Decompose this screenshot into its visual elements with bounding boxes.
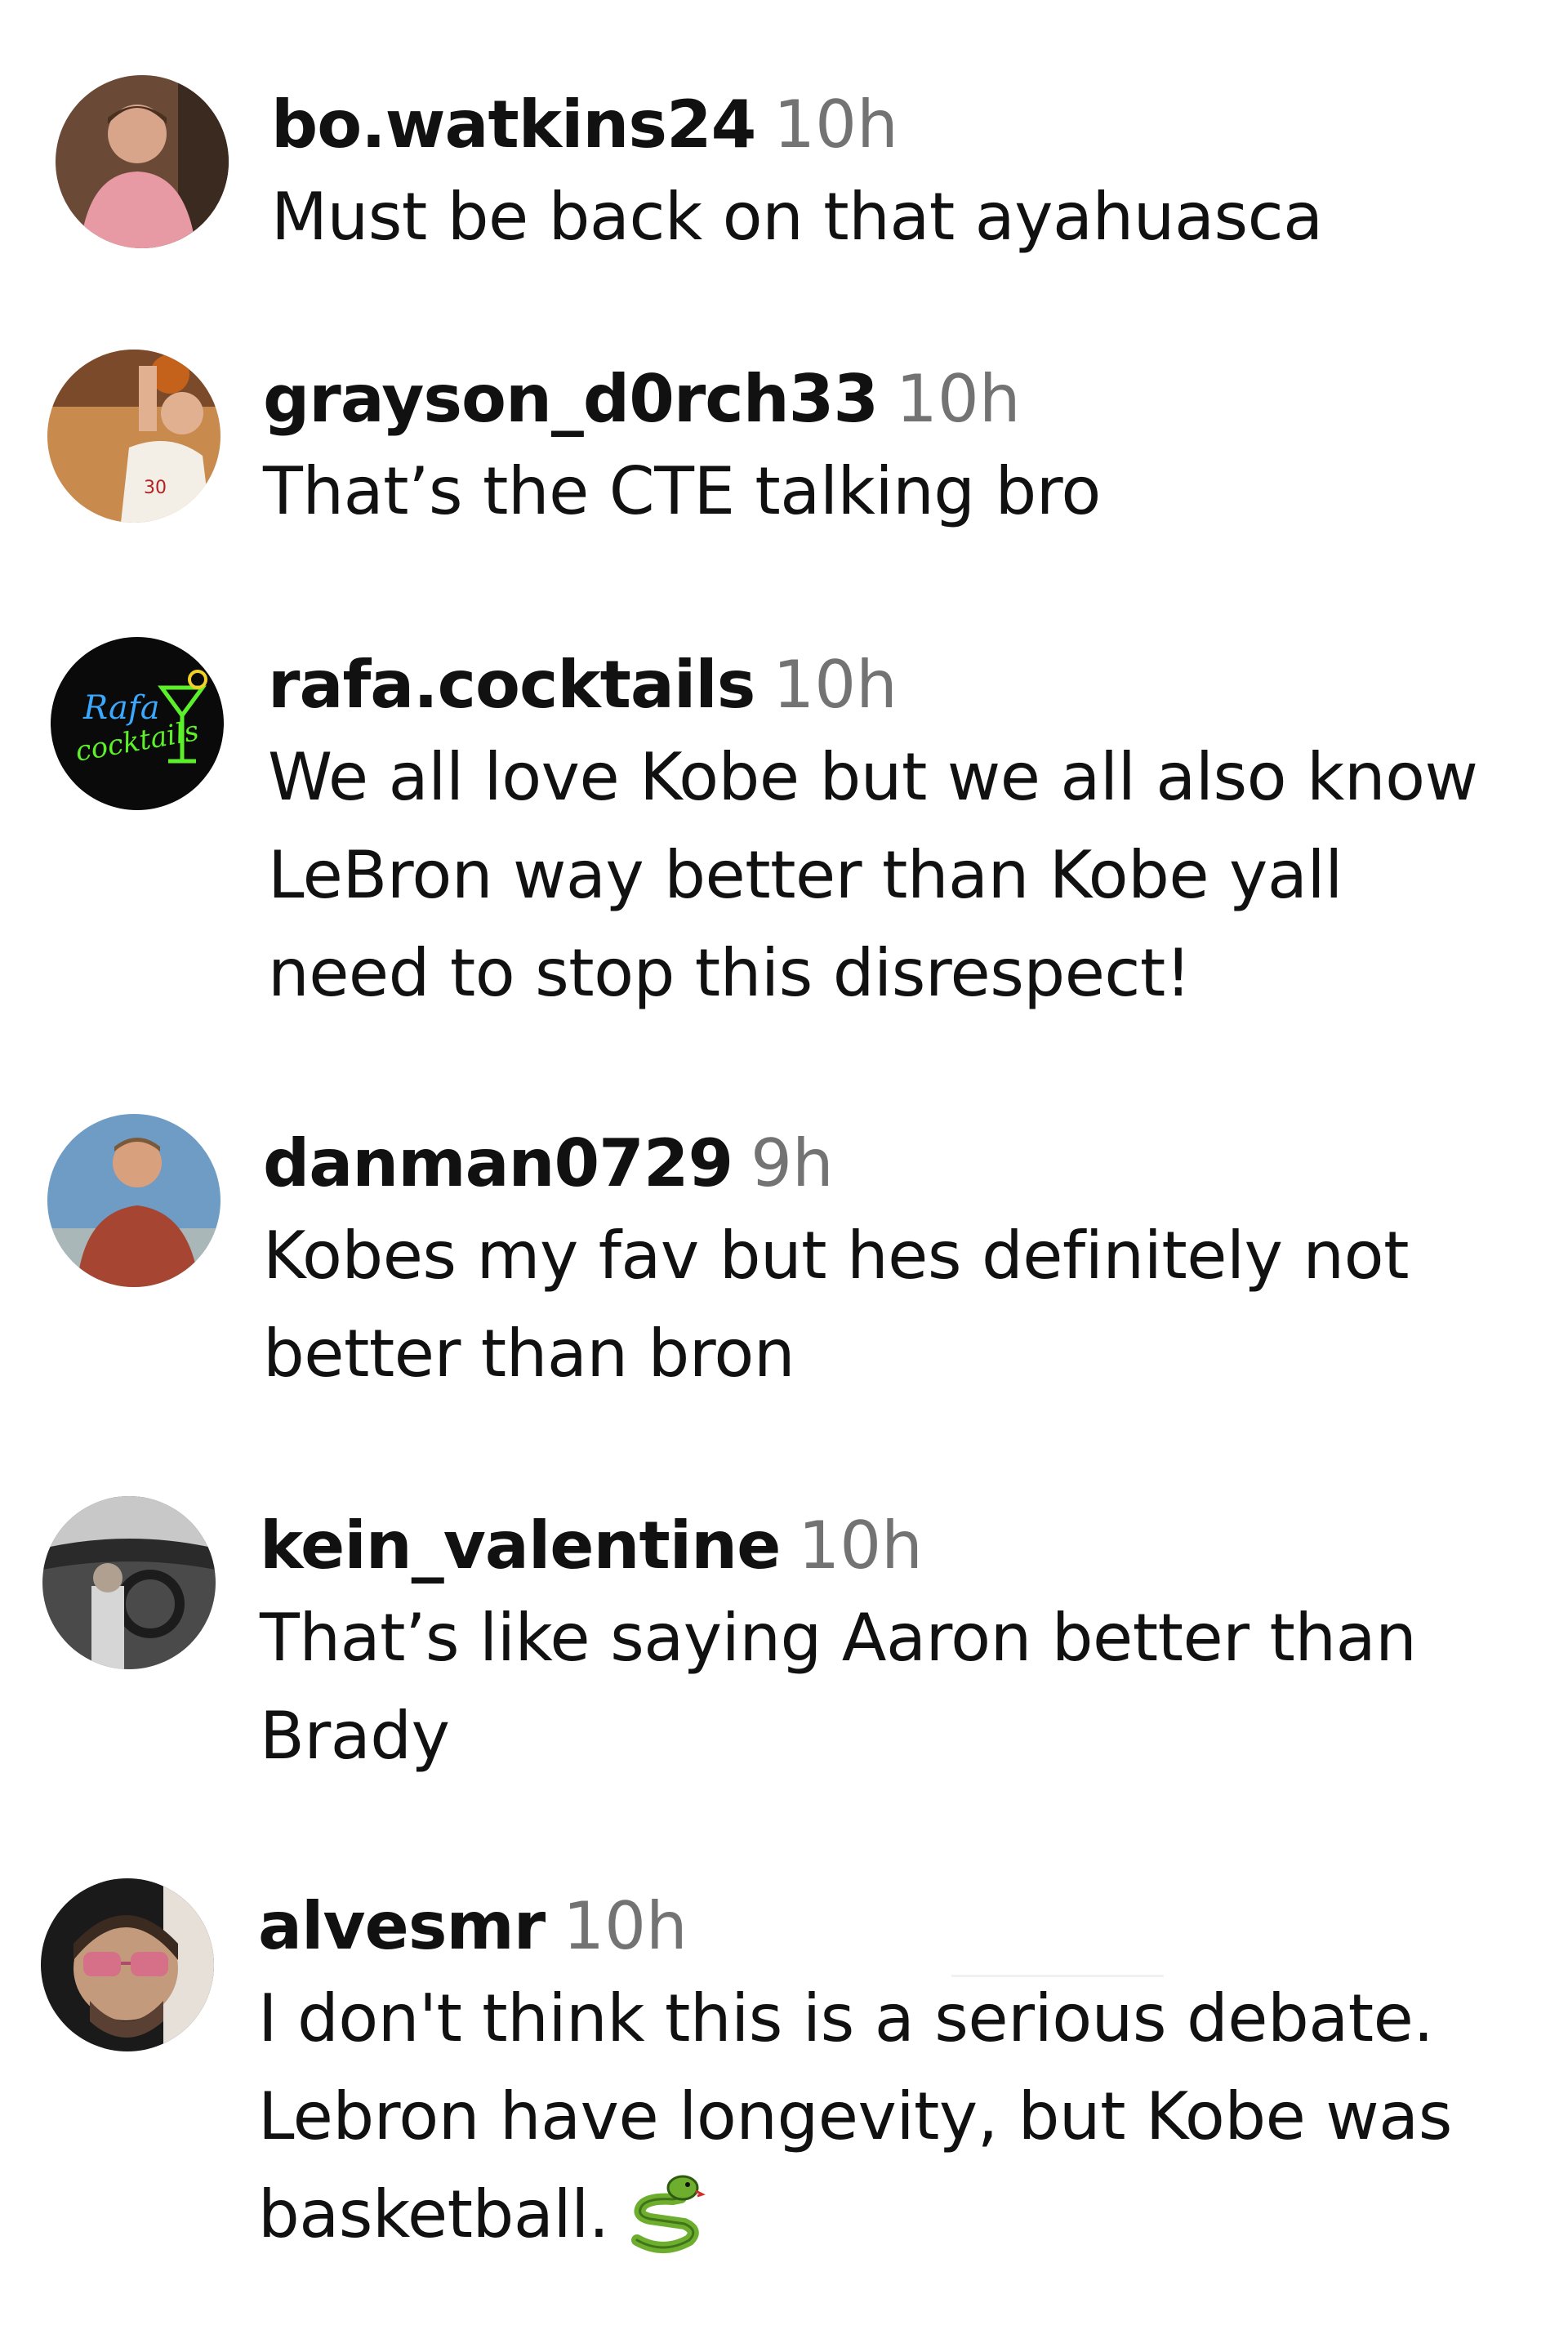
comment-text: Kobes my fav but hes definitely not bett… [263, 1207, 1521, 1403]
comment-line: That’s the CTE talking bro [263, 453, 1101, 529]
comment-timestamp: 10h [773, 87, 898, 163]
comment-username[interactable]: bo.watkins24 [271, 87, 756, 163]
comment-text: Must be back on that ayahuasca [271, 168, 1529, 266]
person-sunglasses-avatar-icon[interactable] [41, 1878, 214, 2051]
divider [951, 1975, 1164, 1977]
comment-text: That’s like saying Aaron better than Bra… [260, 1589, 1517, 1785]
comment-line: Lebron have longevity, but Kobe was [258, 2078, 1452, 2154]
comment-timestamp: 10h [896, 361, 1021, 437]
comment-timestamp: 10h [798, 1508, 923, 1584]
comment-line-with-emoji: basketball. [258, 2166, 1516, 2264]
person-pink-shirt-avatar-icon[interactable] [56, 75, 229, 248]
comment-line: better than bron [263, 1316, 795, 1392]
car-interior-avatar-icon[interactable] [42, 1496, 216, 1669]
snake-emoji-icon [621, 2170, 706, 2255]
logo-line-1: Rafa [82, 689, 160, 727]
comment-line: Brady [260, 1698, 450, 1774]
neon-cocktail-logo-avatar-icon[interactable]: Rafa cocktails [51, 637, 224, 810]
comment-username[interactable]: kein_valentine [260, 1508, 781, 1584]
comment-text: We all love Kobe but we all also know Le… [268, 728, 1526, 1022]
comment-username[interactable]: alvesmr [258, 1888, 546, 1964]
comment-line: LeBron way better than Kobe yall [268, 837, 1343, 913]
comment-timestamp: 10h [563, 1888, 688, 1964]
person-sky-avatar-icon[interactable] [47, 1114, 220, 1287]
svg-text:30: 30 [144, 478, 167, 498]
comment-line: Must be back on that ayahuasca [271, 179, 1323, 255]
comment-text: I don't think this is a serious debate. … [258, 1970, 1516, 2264]
comment-username[interactable]: grayson_d0rch33 [263, 361, 879, 437]
comment-username[interactable]: danman0729 [263, 1125, 733, 1201]
comment-timestamp: 9h [751, 1125, 834, 1201]
comment-line: basketball. [258, 2176, 609, 2252]
comment-line: need to stop this disrespect! [268, 935, 1192, 1011]
comment-line: We all love Kobe but we all also know [268, 739, 1478, 815]
comment-text: That’s the CTE talking bro [263, 443, 1521, 541]
comment-username[interactable]: rafa.cocktails [268, 647, 755, 723]
comment-line: Kobes my fav but hes definitely not [263, 1218, 1409, 1294]
comment-line: That’s like saying Aaron better than [260, 1600, 1417, 1676]
comment-timestamp: 10h [773, 647, 898, 723]
comment-line: I don't think this is a serious debate. [258, 1980, 1434, 2056]
basketball-player-avatar-icon[interactable]: 30 [47, 350, 220, 523]
